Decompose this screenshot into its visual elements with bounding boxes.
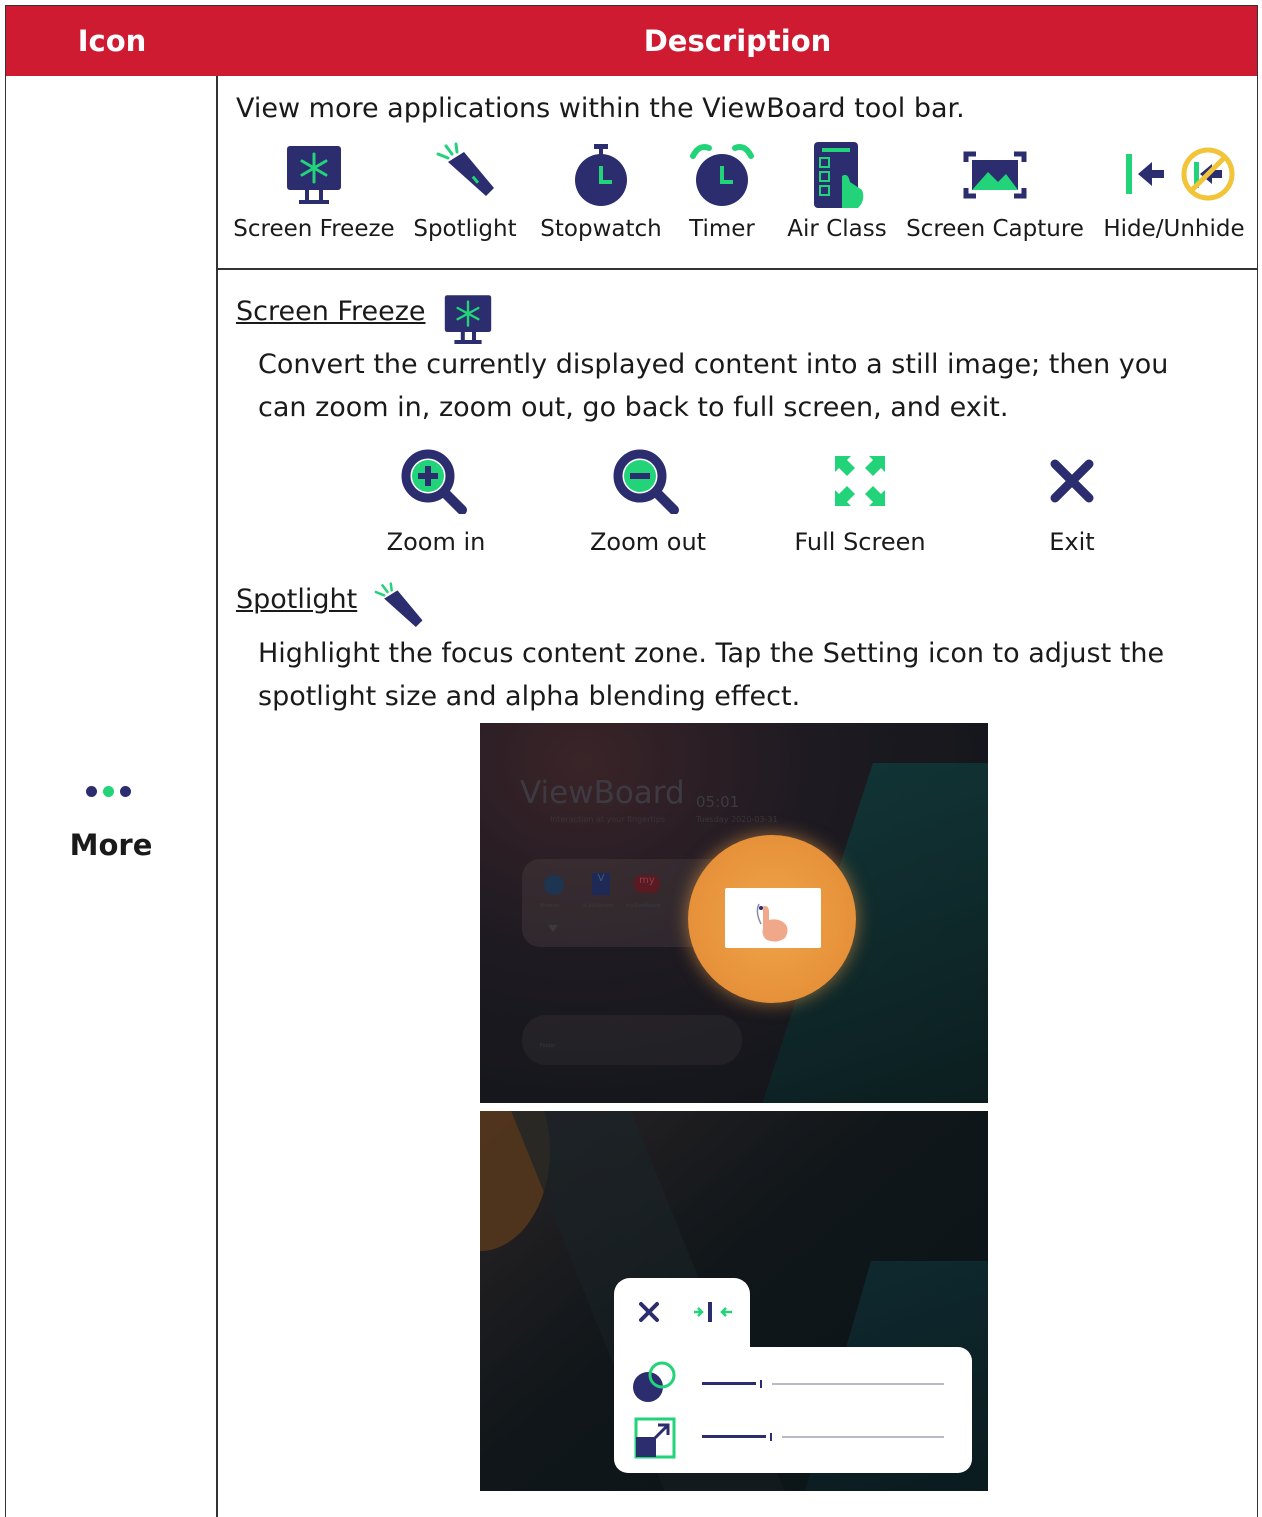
home-brand: ViewBoard bbox=[520, 775, 685, 811]
dock-expand-icon bbox=[548, 925, 558, 932]
close-icon[interactable] bbox=[636, 1299, 662, 1325]
tool-screen-freeze: Screen Freeze bbox=[230, 140, 398, 242]
timer-icon bbox=[690, 144, 754, 206]
tool-label: Timer bbox=[689, 216, 755, 242]
spotlight-desc-line2: spotlight size and alpha blending effect… bbox=[258, 681, 801, 712]
tool-timer: Timer bbox=[676, 140, 768, 242]
collapse-icon[interactable] bbox=[692, 1299, 742, 1325]
screen-freeze-icon bbox=[444, 295, 492, 344]
tool-label: Stopwatch bbox=[540, 216, 662, 242]
home-date: Tuesday 2020-03-31 bbox=[696, 815, 778, 824]
control-exit: Exit bbox=[972, 448, 1172, 556]
tool-hide-unhide: Hide/Unhide bbox=[1094, 140, 1254, 242]
intro-text: View more applications within the ViewBo… bbox=[236, 93, 965, 124]
zoom-in-icon bbox=[401, 449, 467, 514]
tool-air-class: Air Class bbox=[782, 140, 892, 242]
spotlight-desc-line1: Highlight the focus content zone. Tap th… bbox=[258, 638, 1165, 669]
more-label: More bbox=[69, 828, 153, 862]
folder-label: Folder bbox=[540, 1043, 556, 1049]
control-zoom-out: Zoom out bbox=[548, 448, 748, 556]
control-label: Exit bbox=[1049, 528, 1095, 556]
myviewboard-icon: my bbox=[634, 875, 660, 893]
folder-dock: Folder bbox=[522, 1015, 742, 1065]
more-dots-icon bbox=[86, 786, 146, 806]
control-full-screen: Full Screen bbox=[760, 448, 960, 556]
column-divider bbox=[216, 76, 218, 1517]
air-class-icon bbox=[814, 142, 864, 208]
alpha-slider[interactable] bbox=[702, 1379, 948, 1389]
tool-label: Air Class bbox=[787, 216, 887, 242]
section-title-spotlight: Spotlight bbox=[236, 584, 358, 615]
row-divider bbox=[217, 268, 1257, 270]
spotlight-icon bbox=[374, 582, 423, 627]
app-label: vCastSender bbox=[582, 903, 614, 909]
screen-freeze-desc-line2: can zoom in, zoom out, go back to full s… bbox=[258, 392, 1009, 423]
control-zoom-in: Zoom in bbox=[336, 448, 536, 556]
control-label: Full Screen bbox=[794, 528, 926, 556]
control-label: Zoom out bbox=[589, 528, 707, 556]
header-icon-column: Icon bbox=[77, 24, 147, 58]
screen-freeze-icon bbox=[287, 146, 341, 204]
zoom-out-icon bbox=[613, 449, 679, 514]
size-slider[interactable] bbox=[702, 1432, 948, 1442]
size-icon bbox=[634, 1417, 676, 1459]
header-description-column: Description bbox=[643, 24, 832, 58]
tool-spotlight: Spotlight bbox=[406, 140, 524, 242]
vcast-icon: V bbox=[592, 873, 610, 895]
home-time: 05:01 bbox=[696, 793, 740, 811]
tool-stopwatch: Stopwatch bbox=[534, 140, 668, 242]
section-title-screen-freeze: Screen Freeze bbox=[236, 296, 426, 327]
stopwatch-icon bbox=[575, 144, 627, 206]
tool-label: Screen Capture bbox=[906, 216, 1084, 242]
tool-screen-capture: Screen Capture bbox=[902, 140, 1088, 242]
alpha-blend-icon bbox=[633, 1361, 676, 1402]
app-label: myViewBoard bbox=[626, 903, 661, 909]
hide-unhide-icon bbox=[1126, 147, 1235, 201]
app-label: Browser bbox=[540, 903, 561, 909]
control-label: Zoom in bbox=[386, 528, 486, 556]
exit-icon bbox=[1050, 459, 1094, 503]
tap-hand-icon bbox=[756, 903, 788, 942]
table-header: Icon Description bbox=[6, 6, 1257, 76]
screen-freeze-desc-line1: Convert the currently displayed content … bbox=[258, 349, 1169, 380]
globe-icon bbox=[544, 875, 564, 895]
tool-label: Hide/Unhide bbox=[1103, 216, 1245, 242]
tool-label: Spotlight bbox=[413, 216, 517, 242]
screen-capture-icon bbox=[963, 151, 1027, 199]
spotlight-icon bbox=[436, 142, 494, 196]
spotlight-settings-screenshot bbox=[480, 1111, 988, 1491]
spotlight-settings-card[interactable] bbox=[725, 888, 821, 948]
spotlight-screenshot: ViewBoard 05:01 Interaction at your fing… bbox=[480, 723, 988, 1103]
full-screen-icon bbox=[835, 456, 885, 506]
tool-label: Screen Freeze bbox=[233, 216, 395, 242]
home-tagline: Interaction at your fingertips bbox=[550, 815, 666, 824]
